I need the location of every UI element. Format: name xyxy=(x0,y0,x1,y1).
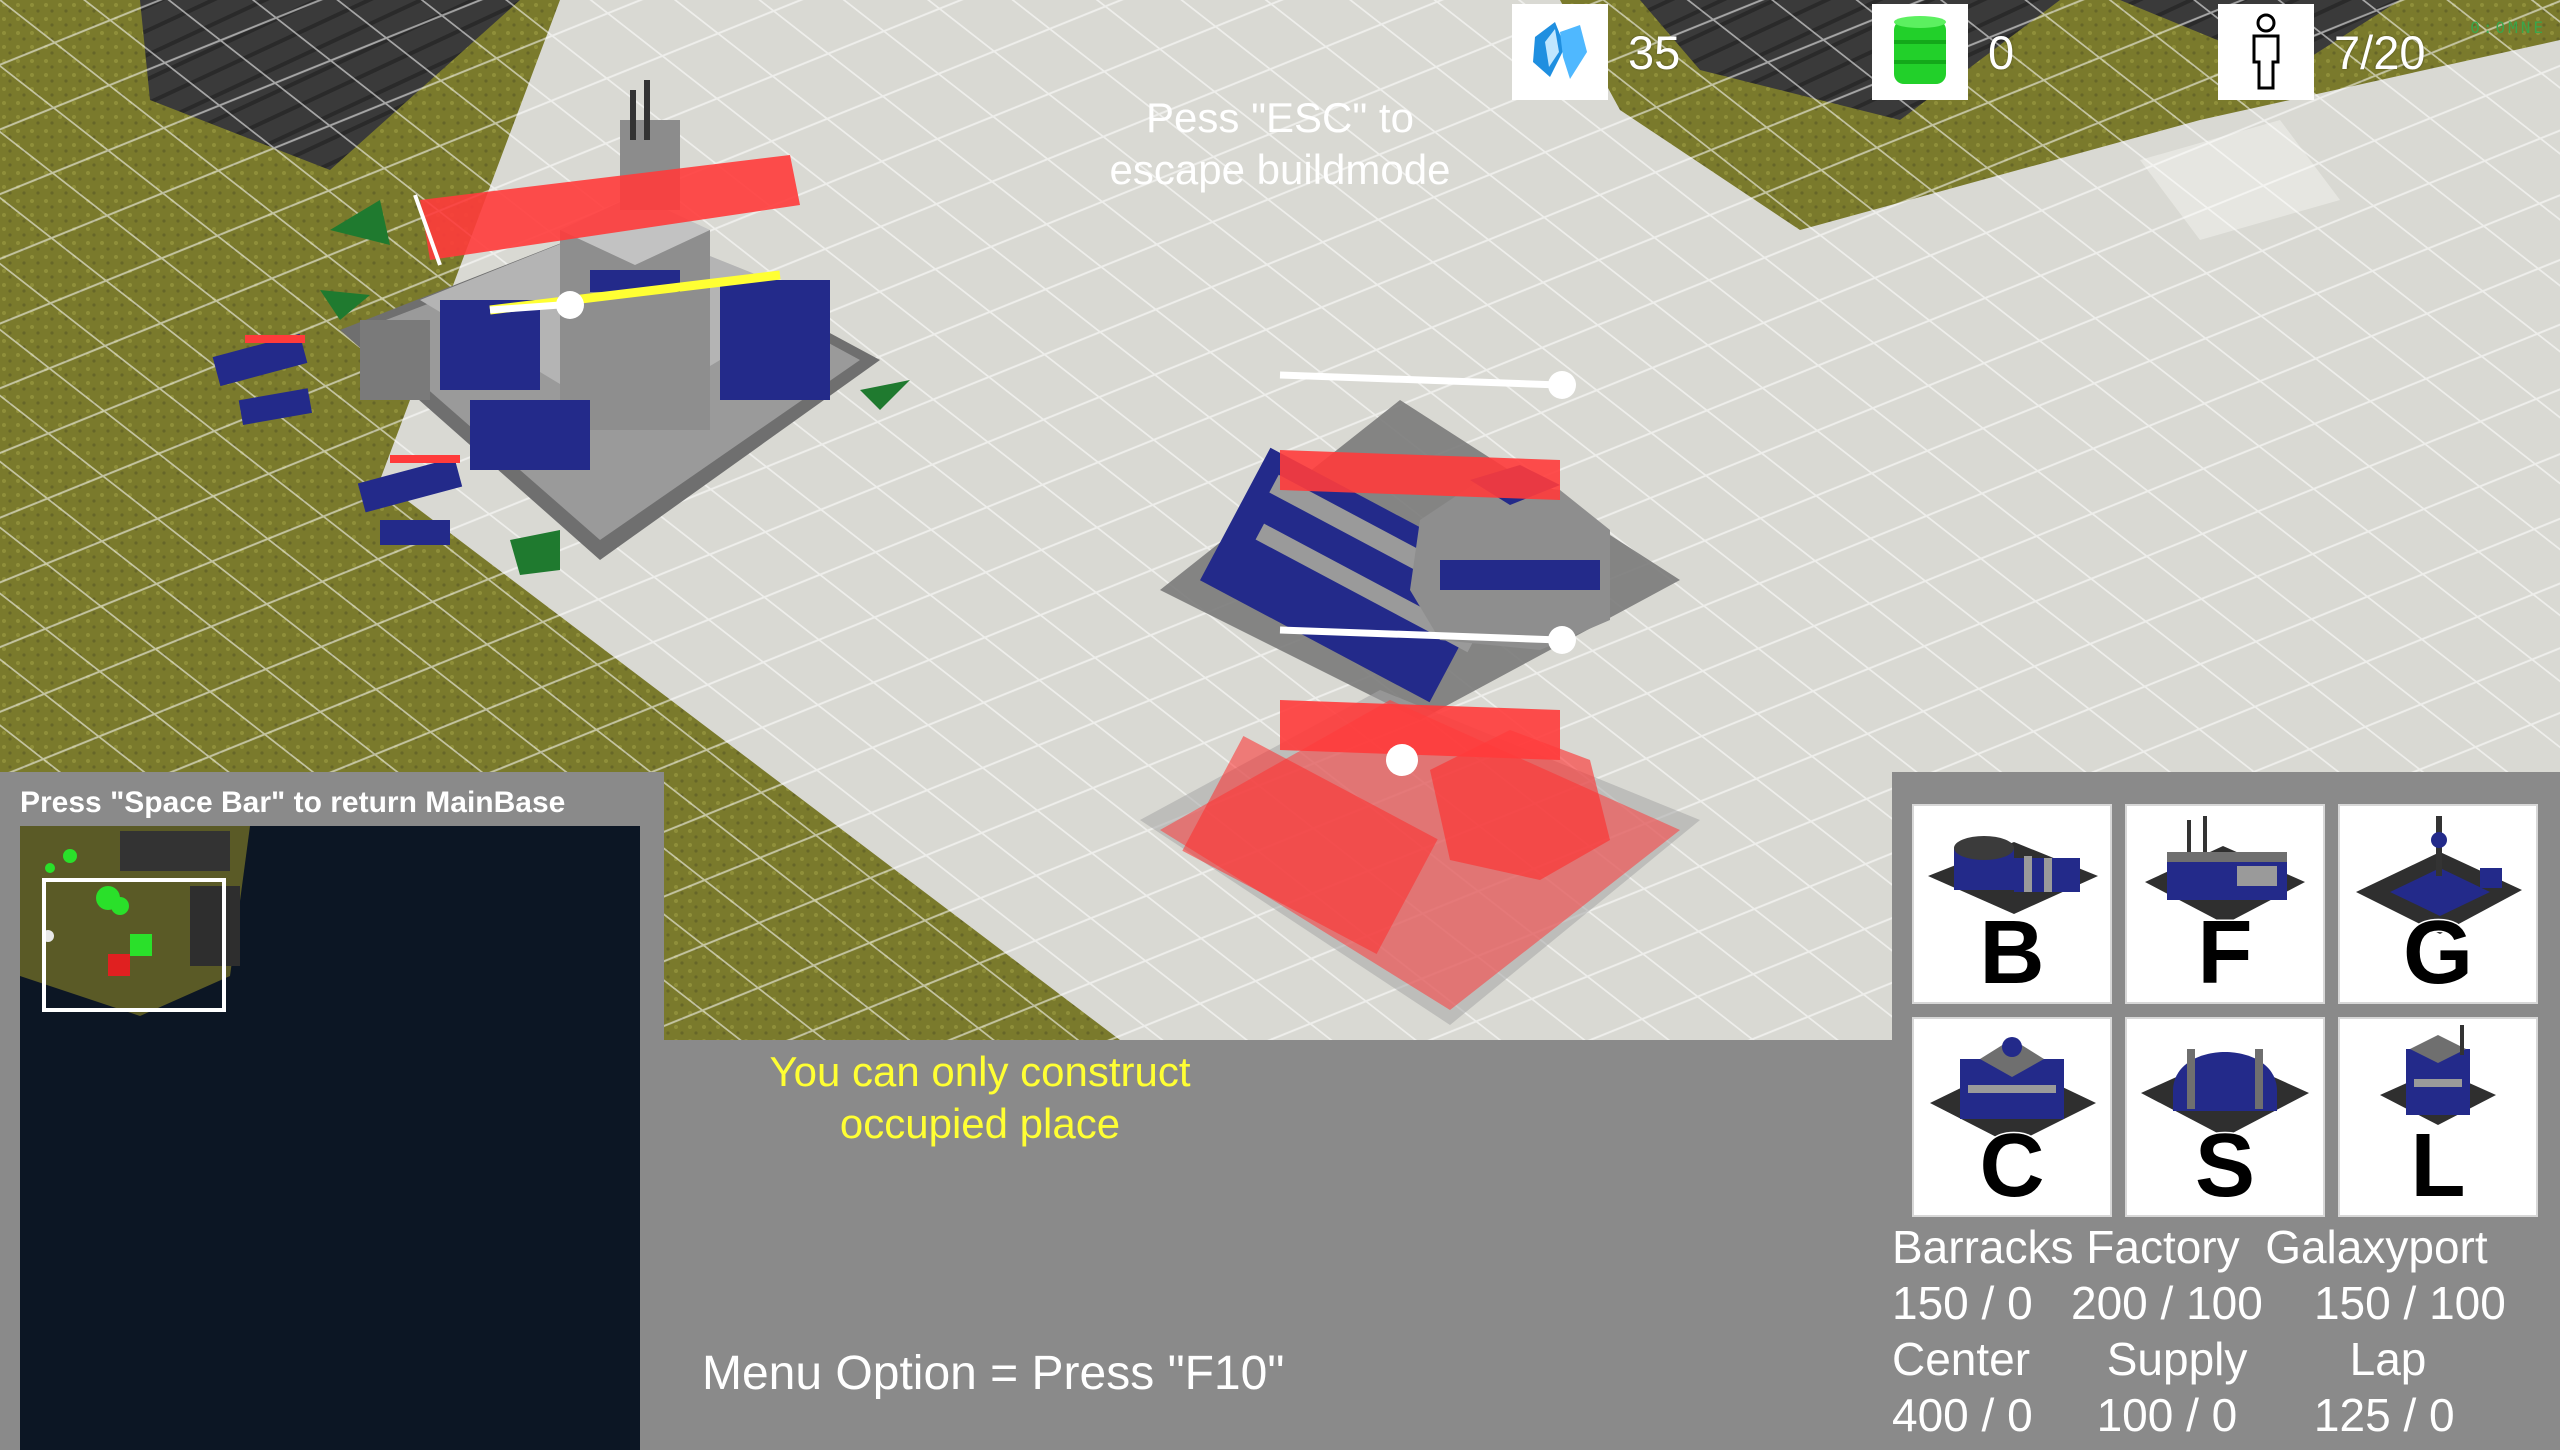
population-resource: 7/20 xyxy=(2218,4,2425,100)
build-key-label: G xyxy=(2401,903,2474,1003)
population-count: 7/20 xyxy=(2334,25,2426,79)
building-names-row-1: Barracks Factory Galaxyport xyxy=(1892,1221,2488,1273)
build-factory-button[interactable]: F xyxy=(2125,804,2325,1004)
build-barracks-button[interactable]: B xyxy=(1912,804,2112,1004)
construction-warning: You can only construct occupied place xyxy=(769,1048,1191,1147)
minimap-title: Press "Space Bar" to return MainBase xyxy=(20,786,566,819)
build-supply-button[interactable]: S xyxy=(2125,1017,2325,1217)
population-icon xyxy=(2218,4,2314,100)
gas-resource: 0 xyxy=(1872,4,2014,100)
crystal-count: 35 xyxy=(1628,25,1681,79)
build-key-label: B xyxy=(1978,903,2046,1003)
minimap-panel: Press "Space Bar" to return MainBase xyxy=(0,772,664,1450)
gas-count: 0 xyxy=(1988,25,2015,79)
crystal-resource: 35 xyxy=(1512,4,1680,100)
build-key-label: S xyxy=(2193,1116,2256,1216)
crystal-icon xyxy=(1512,4,1608,100)
build-center-button[interactable]: C xyxy=(1912,1017,2112,1217)
build-key-label: C xyxy=(1978,1116,2046,1216)
esc-hint-text: Pess "ESC" to escape buildmode xyxy=(1109,94,1451,193)
minimap[interactable] xyxy=(20,826,640,1450)
building-names-row-2: Center Supply Lap xyxy=(1892,1333,2427,1385)
building-costs-row-1: 150 / 0 200 / 100 150 / 100 xyxy=(1892,1277,2506,1329)
build-lap-button[interactable]: L xyxy=(2338,1017,2538,1217)
build-key-label: L xyxy=(2409,1116,2467,1216)
building-costs-row-2: 400 / 0 100 / 0 125 / 0 xyxy=(1892,1389,2455,1441)
build-key-label: F xyxy=(2196,903,2254,1003)
fps-counter: 0:0MNE xyxy=(2470,18,2546,37)
build-menu-panel: B F G C S L Barracks Factory Galaxyport … xyxy=(1892,772,2560,1441)
menu-option-hint: Menu Option = Press "F10" xyxy=(702,1347,1285,1400)
build-galaxyport-button[interactable]: G xyxy=(2338,804,2538,1004)
gas-barrel-icon xyxy=(1872,4,1968,100)
